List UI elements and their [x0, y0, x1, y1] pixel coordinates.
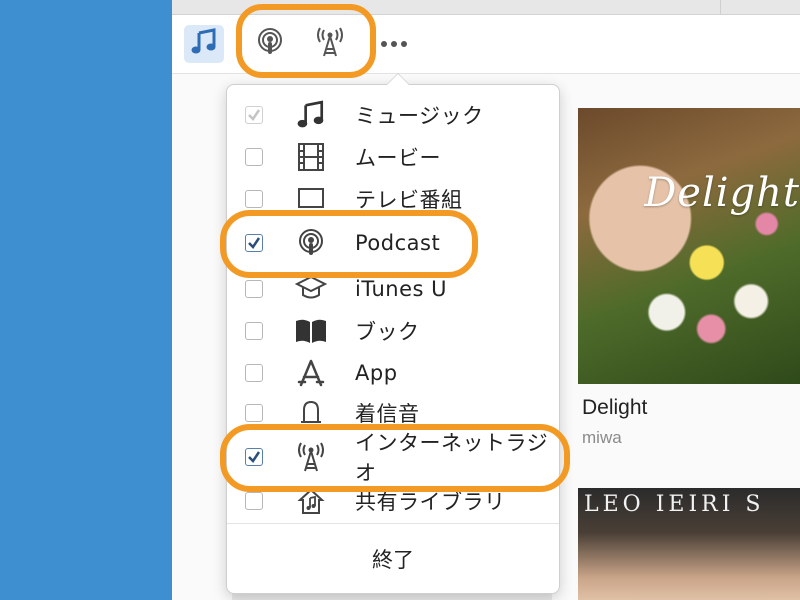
- menu-item-shared-library[interactable]: 共有ライブラリ: [227, 481, 559, 521]
- menu-item-movies[interactable]: ムービー: [227, 137, 559, 177]
- podcast-icon: [293, 225, 329, 261]
- media-kind-menu: ミュージック ムービー テレビ番組 Podcast iTunes U ブック A…: [226, 84, 560, 594]
- menu-item-app[interactable]: App: [227, 353, 559, 393]
- album-cover[interactable]: Delight: [578, 108, 800, 384]
- ringtones-checkbox[interactable]: [245, 404, 263, 422]
- shared-library-checkbox[interactable]: [245, 492, 263, 510]
- music-note-icon: [293, 97, 329, 133]
- bell-icon: [293, 395, 329, 431]
- tv-icon: [293, 181, 329, 217]
- quit-menu-item[interactable]: 終了: [227, 531, 559, 587]
- window-top-bar: [172, 0, 800, 15]
- sidebar-background: [0, 0, 172, 600]
- menu-item-itunes-u[interactable]: iTunes U: [227, 269, 559, 309]
- menu-separator: [227, 523, 559, 524]
- music-checkbox[interactable]: [245, 106, 263, 124]
- menu-item-label: 共有ライブラリ: [355, 490, 506, 514]
- internet-radio-button[interactable]: [310, 25, 350, 63]
- menu-item-books[interactable]: ブック: [227, 311, 559, 351]
- radio-tower-icon: [314, 26, 346, 62]
- podcast-button[interactable]: [250, 25, 290, 63]
- more-dots-icon: [379, 41, 409, 47]
- album-cover-2[interactable]: LEO IEIRI S: [578, 488, 800, 600]
- internet-radio-checkbox[interactable]: [245, 448, 263, 466]
- music-button[interactable]: [184, 25, 224, 63]
- album-artist[interactable]: miwa: [582, 428, 622, 448]
- menu-item-label: ミュージック: [355, 104, 484, 128]
- menu-caret: [386, 73, 410, 85]
- books-checkbox[interactable]: [245, 322, 263, 340]
- menu-item-label: ムービー: [355, 146, 441, 170]
- film-icon: [293, 139, 329, 175]
- radio-tower-icon: [293, 439, 329, 475]
- movies-checkbox[interactable]: [245, 148, 263, 166]
- menu-item-label: App: [355, 361, 398, 385]
- menu-item-label: ブック: [355, 320, 420, 344]
- more-button[interactable]: [374, 29, 414, 59]
- menu-item-music[interactable]: ミュージック: [227, 95, 559, 135]
- home-music-icon: [293, 483, 329, 519]
- graduation-cap-icon: [293, 271, 329, 307]
- menu-item-internet-radio[interactable]: インターネットラジオ: [227, 431, 559, 485]
- podcast-checkbox[interactable]: [245, 234, 263, 252]
- album-cover-text: Delight: [644, 170, 800, 216]
- menu-item-label: テレビ番組: [355, 188, 463, 212]
- menu-item-label: Podcast: [355, 231, 441, 255]
- menu-item-tv-shows[interactable]: テレビ番組: [227, 179, 559, 219]
- album-cover-2-text: LEO IEIRI S: [584, 492, 765, 517]
- menu-item-label: 着信音: [355, 402, 420, 426]
- music-note-icon: [190, 28, 218, 60]
- menu-item-label: インターネットラジオ: [355, 431, 549, 485]
- media-toolbar: [172, 15, 800, 74]
- album-title[interactable]: Delight: [582, 396, 647, 420]
- menu-item-label: iTunes U: [355, 277, 447, 301]
- app-store-icon: [293, 355, 329, 391]
- app-checkbox[interactable]: [245, 364, 263, 382]
- itunes-u-checkbox[interactable]: [245, 280, 263, 298]
- menu-item-podcast[interactable]: Podcast: [227, 223, 559, 263]
- podcast-icon: [255, 27, 285, 61]
- tv-shows-checkbox[interactable]: [245, 190, 263, 208]
- book-icon: [293, 313, 329, 349]
